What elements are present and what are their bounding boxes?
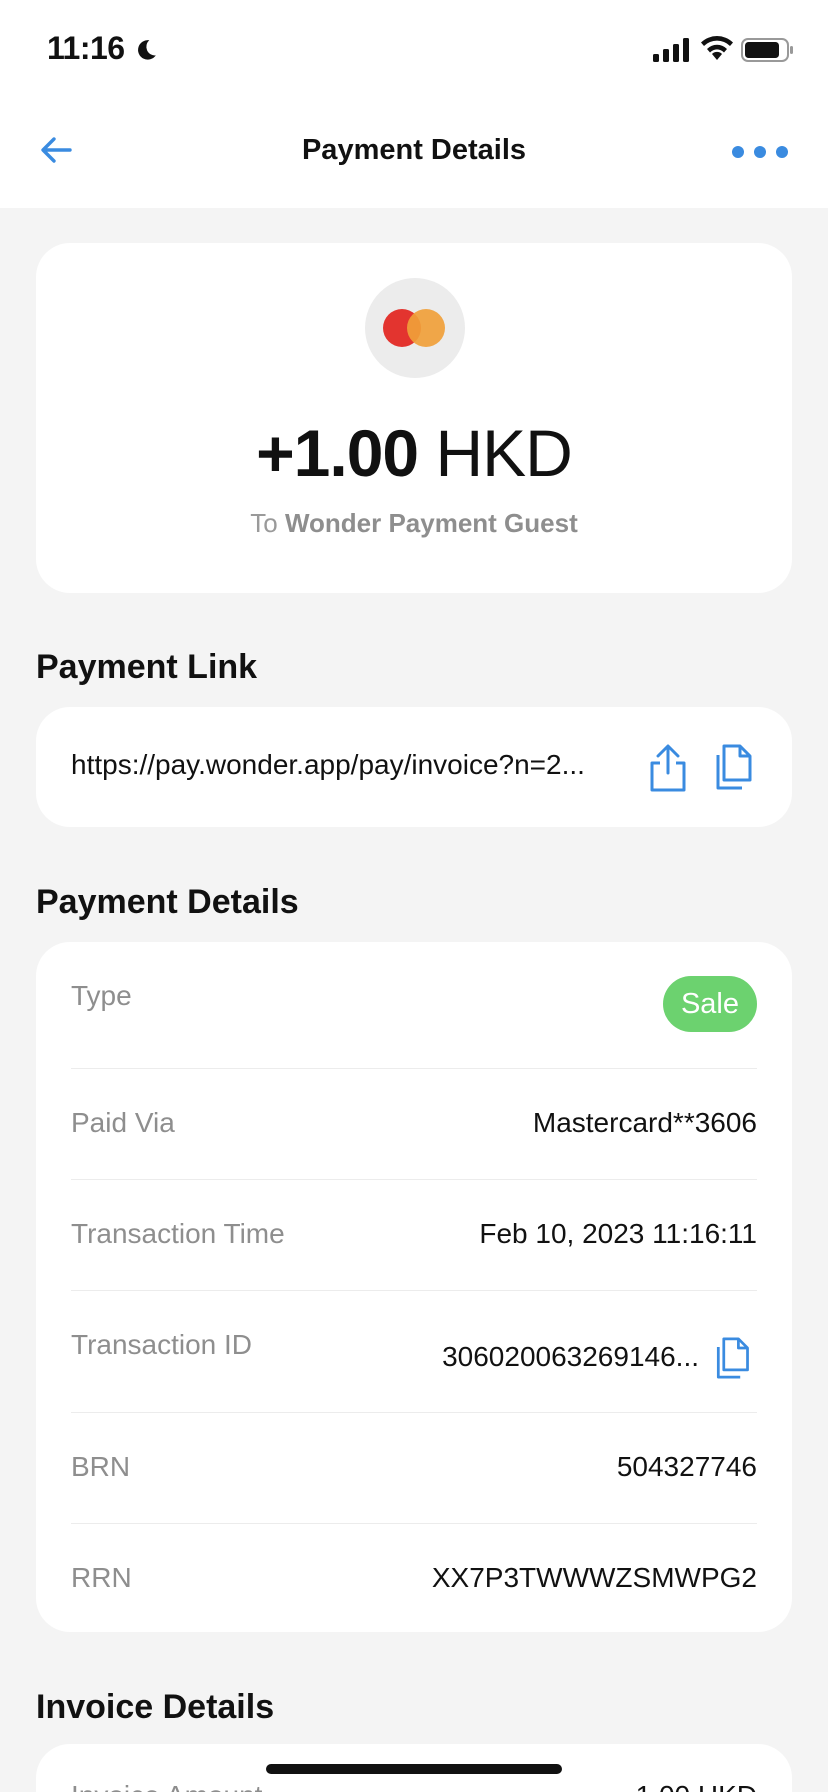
status-badge: Sale [662, 976, 757, 1032]
recipient-prefix: To [250, 508, 278, 538]
recipient-name: Wonder Payment Guest [284, 508, 578, 538]
invoice-amount-value: 1.00 HKD [636, 1780, 757, 1792]
detail-value: XX7P3TWWWZSMWPG2 [431, 1562, 757, 1593]
invoice-amount-label: Invoice Amount [71, 1780, 262, 1792]
payment-details-screen: 11:16 Payment Details +1.00 HKD To Wonde… [0, 0, 828, 1792]
status-bar: 11:16 [0, 0, 828, 100]
share-icon[interactable] [644, 743, 692, 793]
status-time: 11:16 [47, 30, 125, 66]
detail-label: Transaction Time [71, 1218, 285, 1249]
nav-bar: Payment Details [0, 100, 828, 208]
payment-details-card: Type Sale Paid Via Mastercard**3606 Tran… [36, 942, 792, 1632]
amount-currency: HKD [435, 416, 572, 490]
more-options-icon[interactable] [730, 140, 790, 164]
detail-row-rrn: RRN XX7P3TWWWZSMWPG2 [71, 1524, 757, 1632]
detail-row-type: Type Sale [71, 942, 757, 1069]
detail-value: Mastercard**3606 [532, 1107, 757, 1138]
detail-label: RRN [71, 1562, 132, 1593]
mastercard-logo-icon [365, 278, 465, 378]
amount-value: +1.00 [256, 416, 419, 490]
signal-icon [653, 38, 689, 62]
detail-value: 504327746 [616, 1451, 757, 1482]
amount-display: +1.00 HKD [36, 415, 792, 491]
wifi-icon [701, 36, 733, 60]
transaction-id-value: 306020063269146... [442, 1341, 699, 1372]
page-title: Payment Details [301, 134, 527, 166]
detail-value: Feb 10, 2023 11:16:11 [479, 1218, 757, 1249]
detail-row-brn: BRN 504327746 [71, 1413, 757, 1524]
copy-transaction-id-icon[interactable] [711, 1335, 753, 1381]
home-indicator[interactable] [266, 1764, 562, 1774]
payment-link-card: https://pay.wonder.app/pay/invoice?n=2..… [36, 707, 792, 827]
copy-icon[interactable] [710, 743, 756, 791]
payment-details-section-title: Payment Details [36, 883, 299, 921]
detail-label: BRN [71, 1451, 131, 1482]
detail-label: Type [71, 980, 132, 1011]
detail-row-paid-via: Paid Via Mastercard**3606 [71, 1069, 757, 1180]
detail-row-transaction-id: Transaction ID 306020063269146... [71, 1291, 757, 1413]
payment-link-section-title: Payment Link [36, 648, 258, 686]
moon-icon [138, 40, 156, 60]
detail-row-transaction-time: Transaction Time Feb 10, 2023 11:16:11 [71, 1180, 757, 1291]
payment-link-url[interactable]: https://pay.wonder.app/pay/invoice?n=2..… [71, 749, 631, 781]
battery-icon [741, 38, 793, 62]
detail-label: Paid Via [71, 1107, 175, 1138]
recipient-line: To Wonder Payment Guest [36, 508, 792, 539]
detail-label: Transaction ID [71, 1329, 253, 1360]
invoice-details-section-title: Invoice Details [36, 1688, 275, 1726]
amount-summary-card: +1.00 HKD To Wonder Payment Guest [36, 243, 792, 593]
